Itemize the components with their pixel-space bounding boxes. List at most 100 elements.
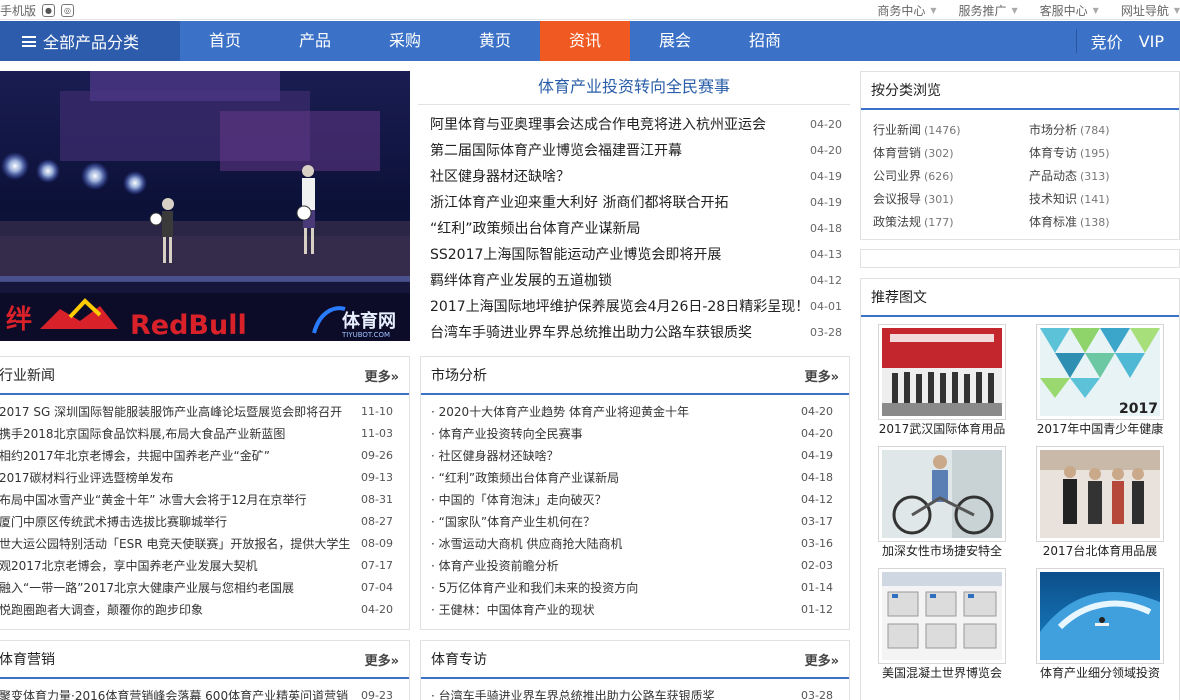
mobile-version-link[interactable]: 手机版 <box>0 2 36 19</box>
photo-caption: 美国混凝土世界博览会 <box>881 666 1002 680</box>
photo-card[interactable]: 体育产业细分领域投资 <box>1036 568 1164 683</box>
category-link[interactable]: 会议报导 (301) <box>873 188 1029 211</box>
more-link[interactable]: 更多» <box>805 366 839 385</box>
list-item[interactable]: “红利”政策频出台体育产业谋新局 04-18 <box>418 216 850 242</box>
list-item[interactable]: 世大运公园特别活动「ESR 电竞天使联赛」开放报名，提供大学生 08-09 <box>0 533 409 555</box>
list-item[interactable]: · 冰雪运动大商机 供应商抢大陆商机 03-16 <box>421 533 849 555</box>
nav-yellow-pages[interactable]: 黄页 <box>450 21 540 61</box>
list-item[interactable]: · “红利”政策频出台体育产业谋新局 04-18 <box>421 467 849 489</box>
list-item[interactable]: 悦跑圈跑者大调查，颠覆你的跑步印象 04-20 <box>0 599 409 621</box>
list-item[interactable]: · 体育产业投资转向全民赛事 04-20 <box>421 423 849 445</box>
panel-title: 推荐图文 <box>871 290 927 306</box>
headline-list: 阿里体育与亚奥理事会达成合作电竞将进入杭州亚运会 04-20 第二届国际体育产业博… <box>418 105 850 346</box>
list-item[interactable]: 2017上海国际地坪维护保养展览会4月26日-28日精彩呈现！ 04-01 <box>418 294 850 320</box>
list-item[interactable]: 融入“一带一路”2017北京大健康产业展与您相约老国展 07-04 <box>0 577 409 599</box>
menu-site-navigation[interactable]: 网址导航 ▼ <box>1121 2 1180 19</box>
ad-placeholder <box>860 249 1180 268</box>
list-item[interactable]: · 5万亿体育产业和我们未来的投资方向 01-14 <box>421 577 849 599</box>
category-link[interactable]: 产品动态 (313) <box>1029 165 1180 188</box>
nav-news[interactable]: 资讯 <box>540 21 630 61</box>
sports-interview-panel: 体育专访 更多» · 台湾车手骑进业界车界总统推出助力公路车获银质奖 03-28 <box>420 640 850 700</box>
panel-title: 按分类浏览 <box>871 83 941 99</box>
panel-title: 行业新闻 <box>0 368 55 384</box>
list-item[interactable]: SS2017上海国际智能运动产业博览会即将开展 04-13 <box>418 242 850 268</box>
photo-caption: 加深女性市场捷安特全 <box>881 544 1002 558</box>
photo-card[interactable]: 2017 2017年中国青少年健康 <box>1036 324 1164 439</box>
category-link[interactable]: 体育标准 (138) <box>1029 211 1180 234</box>
menu-service-promotion[interactable]: 服务推广 ▼ <box>958 2 1017 19</box>
list-item[interactable]: · 体育产业投资前瞻分析 02-03 <box>421 555 849 577</box>
nav-investment[interactable]: 招商 <box>720 21 810 61</box>
list-item[interactable]: 2017 SG 深圳国际智能服装服饰产业高峰论坛暨展览会即将召开 11-10 <box>0 401 409 423</box>
featured-headline[interactable]: 体育产业投资转向全民赛事 <box>418 71 850 105</box>
nav-vip[interactable]: VIP <box>1139 32 1164 51</box>
list-item[interactable]: · 社区健身器材还缺啥？ 04-19 <box>421 445 849 467</box>
browse-by-category-panel: 按分类浏览 行业新闻 (1476) 市场分析 (784) 体育营销 (302) 体育专… <box>860 71 1180 240</box>
photo-caption: 2017年中国青少年健康 <box>1036 422 1164 436</box>
more-link[interactable]: 更多» <box>365 366 399 385</box>
list-item[interactable]: 相约2017年北京老博会，共掘中国养老产业“金矿” 09-26 <box>0 445 409 467</box>
list-item[interactable]: 携手2018北京国际食品饮料展,布局大食品产业新蓝图 11-03 <box>0 423 409 445</box>
nav-products[interactable]: 产品 <box>270 21 360 61</box>
more-link[interactable]: 更多» <box>365 650 399 669</box>
nav-purchase[interactable]: 采购 <box>360 21 450 61</box>
photo-card[interactable]: 美国混凝土世界博览会 <box>878 568 1006 683</box>
nav-home[interactable]: 首页 <box>180 21 270 61</box>
photo-card[interactable]: 2017武汉国际体育用品 <box>878 324 1006 439</box>
list-item[interactable]: 浙江体育产业迎来重大利好 浙商们都将联合开拓 04-19 <box>418 190 850 216</box>
main-navigation: 全部产品分类 首页 产品 采购 黄页 资讯 展会 招商 竞价 VIP <box>0 21 1180 61</box>
all-categories-button[interactable]: 全部产品分类 <box>0 21 180 61</box>
list-item[interactable]: 社区健身器材还缺啥？ 04-19 <box>418 164 850 190</box>
hero-image[interactable]: 绊 RedBull 体育网 TIYUBOT.COM <box>0 71 410 341</box>
category-link[interactable]: 公司业界 (626) <box>873 165 1029 188</box>
photo-thumbnail: 2017 <box>1036 324 1164 420</box>
list-item[interactable]: 羁绊体育产业发展的五道枷锁 04-12 <box>418 268 850 294</box>
category-link[interactable]: 政策法规 (177) <box>873 211 1029 234</box>
list-item[interactable]: · 2020十大体育产业趋势 体育产业将迎黄金十年 04-20 <box>421 401 849 423</box>
industry-news-panel: 行业新闻 更多» 2017 SG 深圳国际智能服装服饰产业高峰论坛暨展览会即将召… <box>0 356 410 630</box>
menu-business-center[interactable]: 商务中心 ▼ <box>877 2 936 19</box>
photo-card[interactable]: 加深女性市场捷安特全 <box>878 446 1006 561</box>
category-link[interactable]: 体育专访 (195) <box>1029 142 1180 165</box>
category-link[interactable]: 体育营销 (302) <box>873 142 1029 165</box>
list-item[interactable]: 厦门中原区传统武术搏击选拔比赛聊城举行 08-27 <box>0 511 409 533</box>
category-link[interactable]: 行业新闻 (1476) <box>873 119 1029 142</box>
category-link[interactable]: 市场分析 (784) <box>1029 119 1180 142</box>
hero-photo: 绊 RedBull 体育网 TIYUBOT.COM <box>0 71 410 341</box>
category-link[interactable]: 技术知识 (141) <box>1029 188 1180 211</box>
nav-bidding[interactable]: 竞价 <box>1091 29 1123 53</box>
hero-brand-text: RedBull <box>130 310 247 341</box>
photo-thumbnail <box>1036 568 1164 664</box>
chevron-down-icon: ▼ <box>1092 5 1099 15</box>
menu-icon <box>22 35 36 47</box>
list-item[interactable]: · 台湾车手骑进业界车界总统推出助力公路车获银质奖 03-28 <box>421 685 849 700</box>
panel-title: 体育专访 <box>431 652 487 668</box>
list-item[interactable]: 观2017北京老博会，享中国养老产业发展大契机 07-17 <box>0 555 409 577</box>
nav-exhibitions[interactable]: 展会 <box>630 21 720 61</box>
list-item[interactable]: · 中国的「体育泡沫」走向破灭？ 04-12 <box>421 489 849 511</box>
chevron-down-icon: ▼ <box>930 5 937 15</box>
weibo-icon[interactable]: ◎ <box>61 3 75 17</box>
chevron-down-icon: ▼ <box>1173 5 1180 15</box>
list-item[interactable]: · “国家队”体育产业生机何在？ 03-17 <box>421 511 849 533</box>
menu-customer-service[interactable]: 客服中心 ▼ <box>1040 2 1099 19</box>
more-link[interactable]: 更多» <box>805 650 839 669</box>
list-item[interactable]: 台湾车手骑进业界车界总统推出助力公路车获银质奖 03-28 <box>418 320 850 346</box>
photo-caption: 体育产业细分领域投资 <box>1039 666 1160 680</box>
sports-marketing-panel: 体育营销 更多» 聚变体育力量·2016体育营销峰会落幕 600体育产业精英问道… <box>0 640 410 700</box>
list-item[interactable]: 第二届国际体育产业博览会福建晋江开幕 04-20 <box>418 138 850 164</box>
photo-year-label: 2017 <box>1119 401 1158 416</box>
wechat-icon[interactable]: ● <box>42 3 56 17</box>
market-analysis-panel: 市场分析 更多» · 2020十大体育产业趋势 体育产业将迎黄金十年 04-20 … <box>420 356 850 630</box>
photo-thumbnail <box>878 568 1006 664</box>
photo-thumbnail <box>878 446 1006 542</box>
panel-title: 体育营销 <box>0 652 55 668</box>
list-item[interactable]: 阿里体育与亚奥理事会达成合作电竞将进入杭州亚运会 04-20 <box>418 112 850 138</box>
panel-title: 市场分析 <box>431 368 487 384</box>
list-item[interactable]: 2017碳材料行业评选暨榜单发布 09-13 <box>0 467 409 489</box>
chevron-down-icon: ▼ <box>1011 5 1018 15</box>
list-item[interactable]: 布局中国冰雪产业“黄金十年” 冰雪大会将于12月在京举行 08-31 <box>0 489 409 511</box>
list-item[interactable]: 聚变体育力量·2016体育营销峰会落幕 600体育产业精英问道营销 09-23 <box>0 685 409 700</box>
list-item[interactable]: · 王健林：中国体育产业的现状 01-12 <box>421 599 849 621</box>
photo-card[interactable]: 2017台北体育用品展 <box>1036 446 1164 561</box>
